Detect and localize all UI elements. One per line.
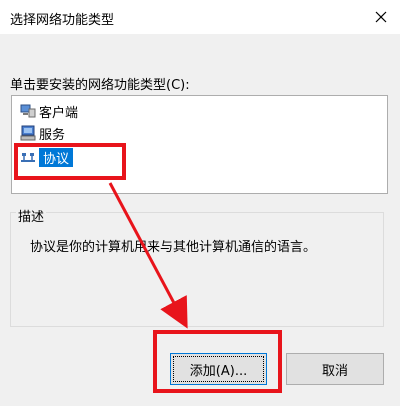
cancel-button-label: 取消 [321,363,348,379]
window-title: 选择网络功能类型 [10,13,115,28]
feature-type-prompt: 单击要安装的网络功能类型(C): [10,78,190,93]
add-button-focus-ring: 添加(A)... [173,356,264,382]
list-item-label: 协议 [39,147,74,167]
list-item-label: 服务 [39,127,66,143]
description-text: 协议是你的计算机用来与其他计算机通信的语言。 [30,240,317,255]
title-bar: 选择网络功能类型 [0,0,400,34]
protocol-icon [20,149,36,165]
list-item-service[interactable]: 服务 [20,123,65,143]
close-button[interactable] [368,4,394,30]
close-icon [375,11,387,23]
add-button[interactable]: 添加(A)... [170,353,267,385]
list-item-protocol[interactable]: 协议 [20,147,74,167]
cancel-button[interactable]: 取消 [286,353,384,385]
feature-type-list[interactable]: 客户端 服务 协议 [11,95,388,194]
list-item-label: 客户端 [39,105,79,121]
description-title: 描述 [16,206,47,225]
description-group [10,212,384,327]
service-icon [20,125,36,141]
client-icon [20,103,36,119]
list-item-client[interactable]: 客户端 [20,101,78,121]
add-button-label: 添加(A)... [189,363,248,379]
